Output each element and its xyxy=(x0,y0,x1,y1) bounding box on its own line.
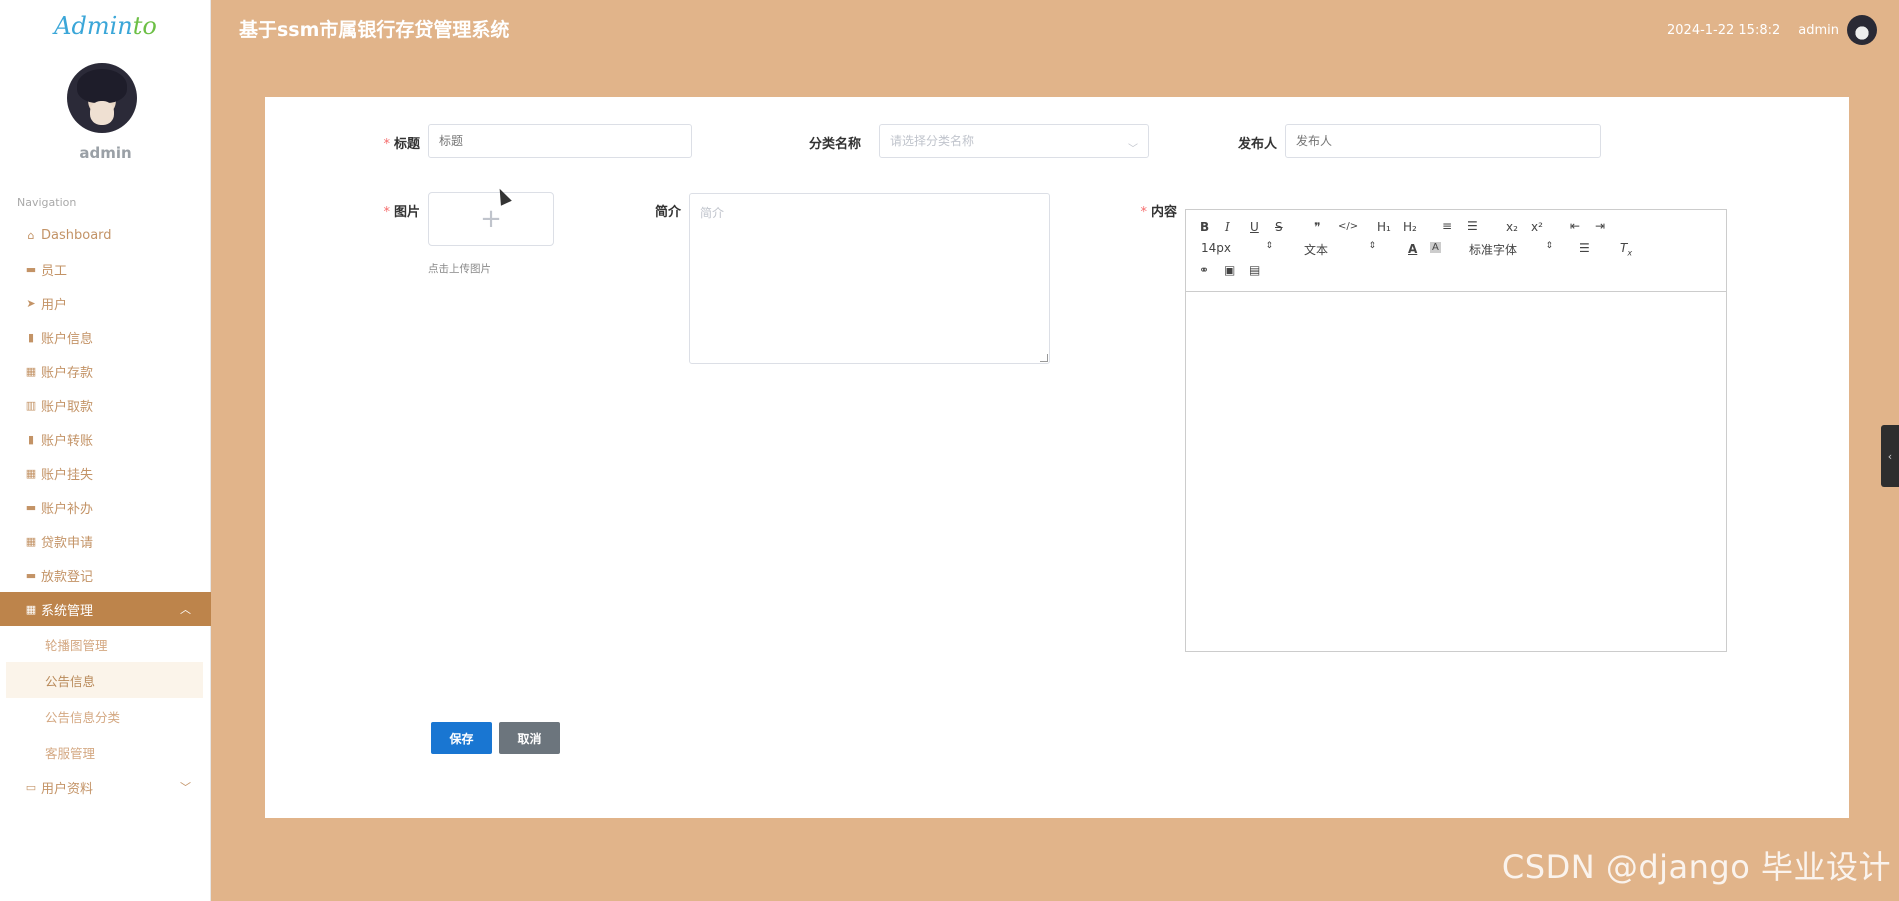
subscript-icon[interactable]: x₂ xyxy=(1506,220,1518,234)
sidebar-username: admin xyxy=(79,144,132,162)
sidebar-item-account-info[interactable]: ▮ 账户信息 xyxy=(0,320,211,354)
chevron-up-icon: ︿ xyxy=(180,603,191,616)
header2-icon[interactable]: H₂ xyxy=(1403,220,1417,234)
image-label: * 图片 xyxy=(383,205,420,220)
chevron-down-icon: ﹀ xyxy=(1128,144,1138,155)
clipboard-icon: ▮ xyxy=(27,432,35,446)
clear-format-icon[interactable]: Tx xyxy=(1620,241,1632,257)
blockquote-icon[interactable]: ❞ xyxy=(1314,220,1320,234)
sidebar-subitem-customer-service[interactable]: 客服管理 xyxy=(0,734,211,770)
background-color-icon[interactable]: A xyxy=(1430,242,1441,253)
font-size-select[interactable]: 14px ⇕ xyxy=(1201,241,1273,255)
sidebar-item-report-loss[interactable]: ▦ 账户挂失 xyxy=(0,456,211,490)
updown-icon: ⇕ xyxy=(1545,241,1553,251)
sidebar-subitem-announcement-category[interactable]: 公告信息分类 xyxy=(0,698,211,734)
home-icon: ⌂ xyxy=(27,228,35,242)
plus-icon: + xyxy=(480,204,502,234)
watermark: CSDN @django 毕业设计 xyxy=(1501,848,1891,886)
header-avatar[interactable] xyxy=(1847,15,1877,45)
sidebar-item-transfer[interactable]: ▮ 账户转账 xyxy=(0,422,211,456)
code-block-icon[interactable]: </> xyxy=(1338,221,1358,232)
nav-header: Navigation xyxy=(17,196,77,209)
superscript-icon[interactable]: x² xyxy=(1531,220,1543,234)
paper-plane-icon: ➤ xyxy=(26,296,36,310)
video-icon[interactable]: ▤ xyxy=(1249,263,1260,277)
th-icon: ▦ xyxy=(25,466,37,480)
sidebar-item-user-profile[interactable]: ▭ 用户资料 ﹀ xyxy=(0,770,211,804)
link-icon[interactable]: ⚭ xyxy=(1199,263,1209,277)
chevron-left-icon: ‹ xyxy=(1887,449,1893,463)
publisher-input[interactable] xyxy=(1285,124,1601,158)
category-select[interactable]: 请选择分类名称 ﹀ xyxy=(879,124,1149,158)
bullet-list-icon[interactable]: ☰ xyxy=(1467,219,1478,233)
header-username[interactable]: admin xyxy=(1798,23,1839,38)
sidebar-item-loan-apply[interactable]: ▦ 贷款申请 xyxy=(0,524,211,558)
right-panel-toggle[interactable]: ‹ xyxy=(1881,425,1899,487)
sidebar-item-deposit[interactable]: ▦ 账户存款 xyxy=(0,354,211,388)
header1-icon[interactable]: H₁ xyxy=(1377,220,1391,234)
sidebar-subitem-announcement[interactable]: 公告信息 xyxy=(6,662,203,698)
updown-icon: ⇕ xyxy=(1368,241,1376,251)
italic-icon[interactable]: I xyxy=(1225,220,1230,234)
updown-icon: ⇕ xyxy=(1265,241,1273,251)
avatar[interactable] xyxy=(67,63,137,133)
ticket-icon: ▬ xyxy=(25,568,37,582)
intro-label: 简介 xyxy=(654,205,681,220)
title-input[interactable] xyxy=(428,124,692,158)
briefcase-icon: ▬ xyxy=(25,262,37,276)
publisher-label: 发布人 xyxy=(1237,137,1277,152)
header-select[interactable]: 文本 ⇕ xyxy=(1304,241,1376,258)
sidebar-menu: ⌂ Dashboard ▬ 员工 ➤ 用户 ▮ 账户信息 ▦ 账户存款 ▥ 账户取款 ▮ 账户… xyxy=(0,218,211,804)
sidebar-subitem-carousel[interactable]: 轮播图管理 xyxy=(0,626,211,662)
card-icon: ▭ xyxy=(25,780,37,794)
sidebar-item-employee[interactable]: ▬ 员工 xyxy=(0,252,211,286)
books-icon: ▥ xyxy=(25,398,37,412)
align-icon[interactable]: ☰ xyxy=(1579,241,1590,255)
category-label: 分类名称 xyxy=(808,137,861,152)
font-family-select[interactable]: 标准字体 ⇕ xyxy=(1469,241,1553,258)
content-label: * 内容 xyxy=(1140,205,1177,220)
sidebar-item-system[interactable]: ▦ 系统管理 ︿ xyxy=(0,592,211,626)
image-upload-button[interactable]: + xyxy=(428,192,554,246)
save-button[interactable]: 保存 xyxy=(431,722,492,754)
header-datetime: 2024-1-22 15:8:2 xyxy=(1667,22,1781,38)
sidebar: Adminto admin Navigation ⌂ Dashboard ▬ 员工 … xyxy=(0,0,211,901)
rich-text-editor: B I U S ❞ </> H₁ H₂ ≡ ☰ x₂ x² ⇤ ⇥ 14px ⇕ … xyxy=(1185,209,1727,652)
underline-icon[interactable]: U xyxy=(1250,220,1259,234)
chevron-down-icon: ﹀ xyxy=(180,781,191,794)
sidebar-item-loan-register[interactable]: ▬ 放款登记 xyxy=(0,558,211,592)
system-submenu: 轮播图管理 公告信息 公告信息分类 客服管理 xyxy=(0,626,211,770)
bold-icon[interactable]: B xyxy=(1200,220,1209,234)
resize-handle-icon[interactable] xyxy=(1040,354,1048,362)
strike-icon[interactable]: S xyxy=(1275,220,1283,234)
clipboard-icon: ▮ xyxy=(27,330,35,344)
editor-toolbar: B I U S ❞ </> H₁ H₂ ≡ ☰ x₂ x² ⇤ ⇥ 14px ⇕ … xyxy=(1186,210,1726,292)
upload-tip: 点击上传图片 xyxy=(428,263,491,275)
intro-textarea[interactable]: 简介 xyxy=(689,193,1050,364)
sidebar-item-dashboard[interactable]: ⌂ Dashboard xyxy=(0,218,211,252)
logo: Adminto xyxy=(54,12,157,40)
form-card: *标题 分类名称 请选择分类名称﹀ 发布人 *图片 + 点击上传图片 简介 简介… xyxy=(265,97,1849,818)
text-color-icon[interactable]: A xyxy=(1408,242,1417,256)
sidebar-item-withdraw[interactable]: ▥ 账户取款 xyxy=(0,388,211,422)
grid-icon: ▦ xyxy=(25,602,37,616)
image-icon[interactable]: ▣ xyxy=(1224,263,1235,277)
editor-content-area[interactable] xyxy=(1186,293,1726,651)
outdent-icon[interactable]: ⇤ xyxy=(1570,219,1580,233)
sidebar-item-reissue[interactable]: ▬ 账户补办 xyxy=(0,490,211,524)
cancel-button[interactable]: 取消 xyxy=(499,722,560,754)
ordered-list-icon[interactable]: ≡ xyxy=(1442,219,1452,233)
grid-icon: ▦ xyxy=(25,534,37,548)
grid-icon: ▦ xyxy=(25,364,37,378)
indent-icon[interactable]: ⇥ xyxy=(1595,219,1605,233)
sidebar-item-user[interactable]: ➤ 用户 xyxy=(0,286,211,320)
wallet-icon: ▬ xyxy=(25,500,37,514)
title-label: * 标题 xyxy=(383,137,420,152)
header-user-area: 2024-1-22 15:8:2 admin xyxy=(1667,15,1877,45)
page-title: 基于ssm市属银行存贷管理系统 xyxy=(239,19,510,41)
